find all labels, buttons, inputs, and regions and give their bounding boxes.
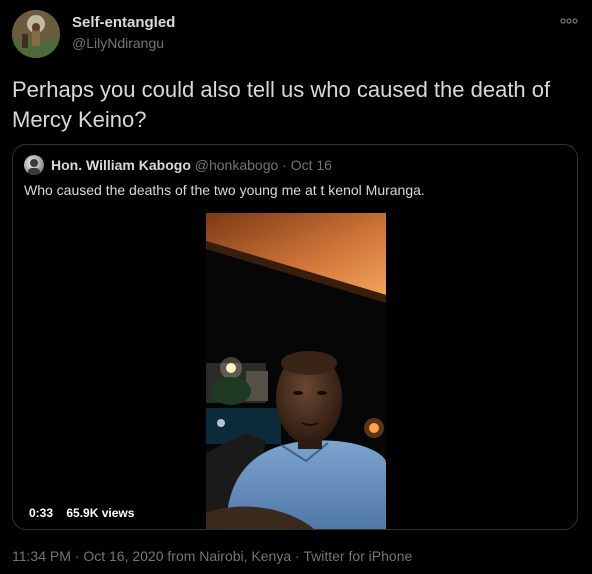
video-views: 65.9K views xyxy=(66,506,135,520)
tweet-footer: 11:34 PM · Oct 16, 2020 from Nairobi, Ke… xyxy=(12,548,412,564)
quoted-author-handle[interactable]: @honkabogo xyxy=(195,157,279,173)
author-avatar[interactable] xyxy=(12,10,60,58)
quoted-tweet-date[interactable]: · Oct 16 xyxy=(282,157,332,173)
author-handle[interactable]: @LilyNdirangu xyxy=(72,35,164,51)
quoted-tweet-text: Who caused the deaths of the two young m… xyxy=(24,182,425,198)
footer-separator: · xyxy=(74,548,80,564)
tweet-text: Perhaps you could also tell us who cause… xyxy=(12,77,551,132)
tweet-client[interactable]: Twitter for iPhone xyxy=(303,548,412,564)
tweet-time[interactable]: 11:34 PM xyxy=(12,548,71,564)
more-options-icon[interactable] xyxy=(560,16,578,26)
quoted-tweet-header: Hon. William Kabogo @honkabogo · Oct 16 xyxy=(51,157,332,173)
author-name[interactable]: Self-entangled xyxy=(72,14,175,31)
video-player[interactable] xyxy=(206,213,386,529)
video-thumbnail xyxy=(206,213,386,529)
video-meta: 0:33 65.9K views xyxy=(29,506,144,520)
quoted-author-name[interactable]: Hon. William Kabogo xyxy=(51,157,191,173)
tweet-date-location[interactable]: Oct 16, 2020 from Nairobi, Kenya xyxy=(83,548,291,564)
quoted-author-avatar[interactable] xyxy=(24,155,44,175)
video-duration: 0:33 xyxy=(29,506,54,520)
quoted-tweet-card[interactable]: Hon. William Kabogo @honkabogo · Oct 16 … xyxy=(12,144,578,530)
footer-separator: · xyxy=(295,548,300,564)
tweet: Self-entangled @LilyNdirangu Perhaps you… xyxy=(0,0,592,574)
